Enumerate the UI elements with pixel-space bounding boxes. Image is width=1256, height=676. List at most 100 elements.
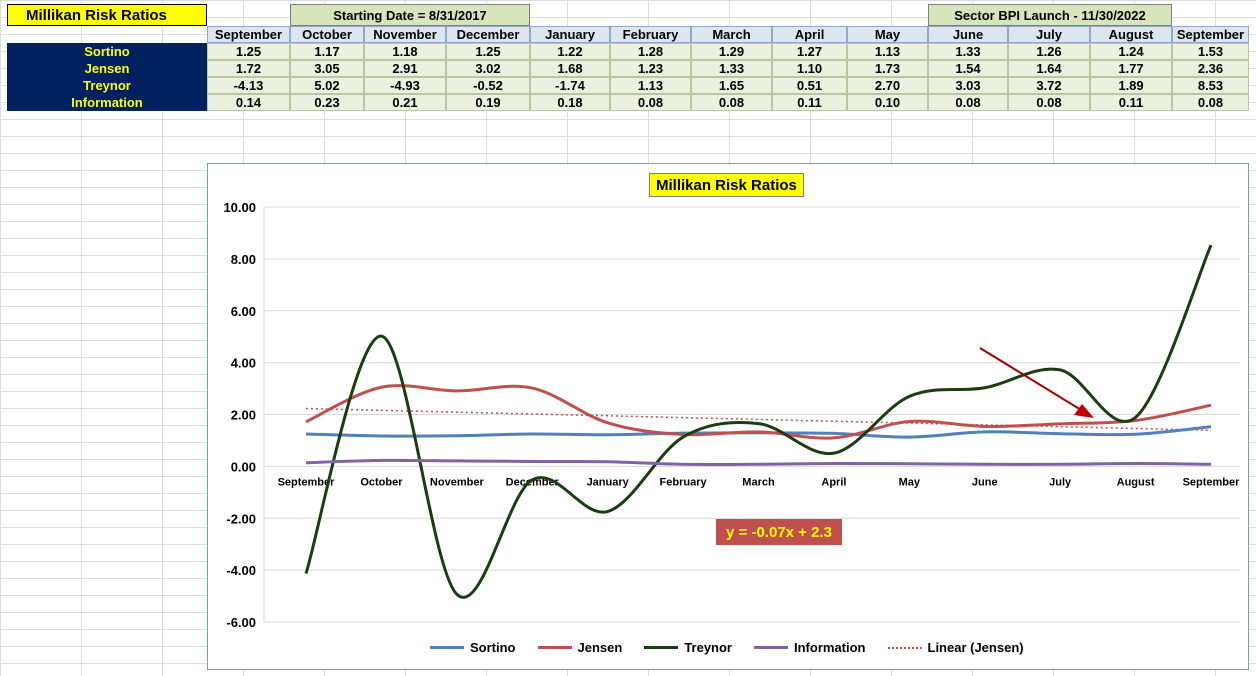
month-header: July — [1008, 26, 1090, 43]
x-tick-label: June — [972, 476, 998, 488]
table-cell: 1.28 — [610, 43, 691, 60]
table-cell: 3.03 — [928, 77, 1008, 94]
legend-sortino: Sortino — [430, 640, 516, 655]
table-cell: 0.08 — [610, 94, 691, 111]
legend-label-jensen: Jensen — [577, 640, 623, 655]
table-cell: 2.36 — [1172, 60, 1249, 77]
table-cell: 3.02 — [446, 60, 530, 77]
annotation-arrow-line — [979, 347, 1087, 414]
chart-area: 10.00 8.00 6.00 4.00 2.00 0.00 -2.00 -4.00 -6.00… — [207, 163, 1249, 670]
y-tick-label: -6.00 — [226, 615, 256, 630]
annotation-arrow-head — [1074, 404, 1094, 418]
y-tick-label: 2.00 — [231, 408, 256, 423]
row-label-jensen: Jensen — [7, 60, 207, 77]
table-cell: 1.33 — [928, 43, 1008, 60]
x-tick-label: February — [660, 476, 708, 488]
table-cell: -4.93 — [364, 77, 446, 94]
legend-label-sortino: Sortino — [470, 640, 516, 655]
table-cell: 1.73 — [847, 60, 928, 77]
y-tick-label: -2.00 — [226, 511, 256, 526]
table-cell: 1.25 — [207, 43, 290, 60]
sheet-title: Millikan Risk Ratios — [7, 4, 207, 26]
table-cell: 0.18 — [530, 94, 610, 111]
month-header: October — [290, 26, 364, 43]
table-cell: 0.23 — [290, 94, 364, 111]
legend-linear-jensen: Linear (Jensen) — [887, 640, 1024, 655]
trendline-linear-jensen — [305, 407, 1212, 432]
table-cell: 1.10 — [772, 60, 847, 77]
table-cell: 1.23 — [610, 60, 691, 77]
x-tick-label: November — [430, 476, 485, 488]
table-cell: 1.13 — [847, 43, 928, 60]
table-cell: 1.18 — [364, 43, 446, 60]
table-cell: 1.89 — [1090, 77, 1172, 94]
month-header: January — [530, 26, 610, 43]
table-cell: 1.72 — [207, 60, 290, 77]
sector-launch-banner: Sector BPI Launch - 11/30/2022 — [928, 4, 1172, 26]
table-cell: 0.51 — [772, 77, 847, 94]
x-tick-label: August — [1117, 476, 1155, 488]
month-header: April — [772, 26, 847, 43]
table-cell: 0.08 — [1008, 94, 1090, 111]
trendline-equation: y = -0.07x + 2.3 — [716, 519, 842, 545]
month-header: February — [610, 26, 691, 43]
table-cell: 1.25 — [446, 43, 530, 60]
table-cell: 1.29 — [691, 43, 772, 60]
x-tick-label: October — [360, 476, 403, 488]
month-header: September — [1172, 26, 1249, 43]
month-header: March — [691, 26, 772, 43]
x-tick-label: May — [899, 476, 921, 488]
y-tick-label: -4.00 — [226, 563, 256, 578]
row-label-information: Information — [7, 94, 207, 111]
table-cell: 0.19 — [446, 94, 530, 111]
series-line-information — [305, 458, 1212, 467]
table-cell: 1.64 — [1008, 60, 1090, 77]
table-cell: 1.54 — [928, 60, 1008, 77]
table-cell: 1.77 — [1090, 60, 1172, 77]
y-tick-label: 10.00 — [223, 200, 256, 215]
table-cell: 2.70 — [847, 77, 928, 94]
table-cell: 1.33 — [691, 60, 772, 77]
table-cell: 3.72 — [1008, 77, 1090, 94]
line-chart: 10.00 8.00 6.00 4.00 2.00 0.00 -2.00 -4.00 -6.00… — [223, 200, 1240, 630]
table-cell: 1.13 — [610, 77, 691, 94]
month-header: August — [1090, 26, 1172, 43]
legend-information: Information — [754, 640, 866, 655]
x-tick-label: January — [587, 476, 630, 488]
table-cell: 1.65 — [691, 77, 772, 94]
legend-label-treynor: Treynor — [684, 640, 732, 655]
month-header: May — [847, 26, 928, 43]
legend-swatch-jensen — [537, 646, 572, 649]
table-cell: 2.91 — [364, 60, 446, 77]
y-tick-label: 4.00 — [231, 356, 256, 371]
x-tick-label: July — [1049, 476, 1072, 488]
row-label-sortino: Sortino — [7, 43, 207, 60]
month-header: June — [928, 26, 1008, 43]
table-cell: 0.14 — [207, 94, 290, 111]
x-tick-label: April — [821, 476, 846, 488]
month-header: November — [364, 26, 446, 43]
legend-label-information: Information — [794, 640, 866, 655]
table-cell: 1.27 — [772, 43, 847, 60]
table-cell: 5.02 — [290, 77, 364, 94]
table-cell: -0.52 — [446, 77, 530, 94]
table-cell: 0.10 — [847, 94, 928, 111]
legend-swatch-treynor — [644, 646, 679, 649]
chart-title: Millikan Risk Ratios — [649, 173, 804, 197]
table-cell: 0.08 — [691, 94, 772, 111]
legend-treynor: Treynor — [644, 640, 732, 655]
legend-swatch-linear-jensen — [887, 646, 922, 649]
table-cell: 1.17 — [290, 43, 364, 60]
row-label-treynor: Treynor — [7, 77, 207, 94]
table-cell: 0.11 — [772, 94, 847, 111]
legend-label-linear-jensen: Linear (Jensen) — [927, 640, 1024, 655]
x-tick-label: March — [742, 476, 775, 488]
table-cell: 1.53 — [1172, 43, 1249, 60]
legend-swatch-sortino — [430, 646, 464, 649]
table-cell: -4.13 — [207, 77, 290, 94]
chart-legend: Sortino Jensen Treynor Information Linea… — [430, 640, 1024, 655]
table-cell: 0.21 — [364, 94, 446, 111]
table-cell: 0.08 — [928, 94, 1008, 111]
table-cell: 8.53 — [1172, 77, 1249, 94]
table-cell: 1.68 — [530, 60, 610, 77]
